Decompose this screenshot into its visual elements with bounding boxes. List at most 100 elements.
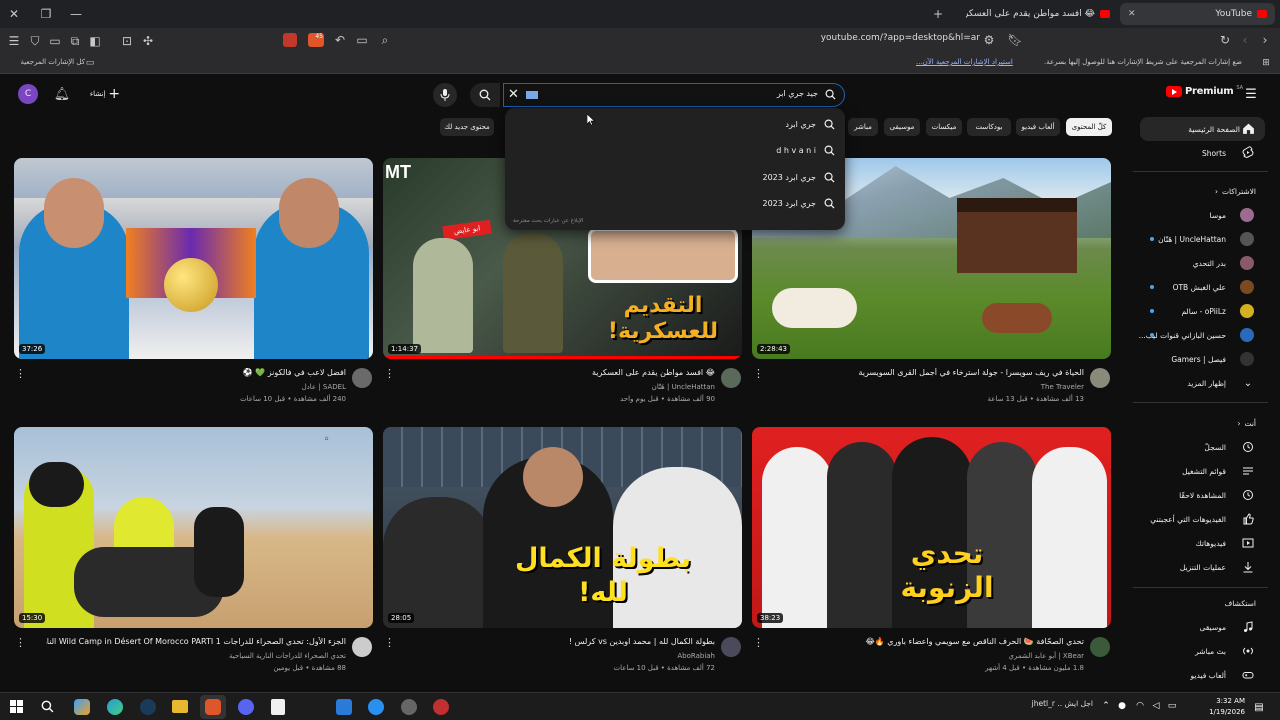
wallet-icon[interactable]: ▭: [47, 33, 63, 49]
back-icon[interactable]: ›: [1258, 33, 1272, 47]
apps-icon[interactable]: ⊞: [1260, 57, 1272, 69]
taskbar-notification[interactable]: اجل ايش .. jhetl_r: [978, 699, 1093, 715]
channel-avatar[interactable]: [1090, 368, 1110, 388]
menu-icon[interactable]: ☰: [6, 33, 22, 49]
wifi-icon[interactable]: ◠: [1134, 700, 1146, 712]
video-thumbnail[interactable]: ⌂ 15:30: [14, 427, 373, 628]
you-header[interactable]: أنت ‹: [1237, 413, 1256, 433]
search-suggestion[interactable]: جري ابرد 2023: [505, 166, 845, 188]
chip-podcasts[interactable]: بودكاست: [967, 118, 1011, 136]
taskbar-search-icon[interactable]: [41, 700, 54, 713]
subscriptions-header[interactable]: الاشتراكات ‹: [1215, 181, 1256, 201]
copilot-icon[interactable]: [74, 699, 90, 715]
app-icon[interactable]: [368, 699, 384, 715]
video-thumbnail[interactable]: 37:26: [14, 158, 373, 359]
more-options-icon[interactable]: ⋮: [384, 636, 395, 649]
channel-avatar[interactable]: [352, 637, 372, 657]
tabs-icon[interactable]: ⧉: [67, 33, 83, 49]
edge-icon[interactable]: [107, 699, 123, 715]
tab-youtube[interactable]: YouTube ✕: [1120, 3, 1275, 25]
extensions-icon[interactable]: ✣: [140, 33, 156, 49]
new-tab-icon[interactable]: +: [930, 6, 946, 22]
forward-icon[interactable]: ‹: [1238, 33, 1252, 47]
cast-icon[interactable]: ▭: [355, 33, 369, 47]
sidebar-item[interactable]: ألعاب فيديو: [1191, 665, 1226, 685]
video-channel[interactable]: The Traveler: [1041, 383, 1084, 391]
speaker-icon[interactable]: ◁: [1150, 700, 1162, 712]
sidebar-item[interactable]: بث مباشر: [1195, 641, 1226, 661]
more-options-icon[interactable]: ⋮: [753, 367, 764, 380]
microphone-tray-icon[interactable]: ●: [1116, 700, 1128, 712]
channel-avatar[interactable]: [721, 368, 741, 388]
sidebar-item[interactable]: السجلّ: [1204, 437, 1226, 457]
video-channel[interactable]: XBear | أبو عابد الشمري: [1009, 652, 1085, 660]
store-icon[interactable]: [271, 699, 285, 715]
sidebar-subscription-item[interactable]: فيصل | Gamers: [1171, 349, 1226, 369]
import-bookmarks-link[interactable]: استيراد الإشارات المرجعية الآن...: [916, 58, 1013, 66]
channel-avatar[interactable]: [352, 368, 372, 388]
clear-search-icon[interactable]: ✕: [508, 87, 519, 102]
minimize-window-icon[interactable]: —: [68, 6, 84, 22]
steam-icon[interactable]: [140, 699, 156, 715]
discord-icon[interactable]: [238, 699, 254, 715]
sidebar-subscription-item[interactable]: بدر التحدي: [1193, 253, 1226, 273]
voice-search-button[interactable]: [433, 83, 457, 107]
video-thumbnail[interactable]: تحدي الزنوبة 38:23: [752, 427, 1111, 628]
sidebar-icon[interactable]: ◧: [87, 33, 103, 49]
notifications-bell-icon[interactable]: 🔔︎: [54, 85, 71, 103]
search-suggestion[interactable]: جري ابرد 2023: [505, 193, 845, 215]
channel-avatar[interactable]: [1090, 637, 1110, 657]
tab-video[interactable]: 😂 افسد مواطن يقدم على العسكرية: [958, 3, 1118, 25]
more-options-icon[interactable]: ⋮: [15, 367, 26, 380]
sidebar-subscription-item[interactable]: oPiiLz - سالم: [1181, 301, 1226, 321]
chip-gaming[interactable]: ألعاب فيديو: [1016, 118, 1060, 136]
reload-icon[interactable]: ↻: [1218, 33, 1232, 47]
tray-chevron-icon[interactable]: ⌃: [1100, 700, 1112, 712]
sidebar-item[interactable]: المشاهدة لاحقًا: [1179, 485, 1226, 505]
sidebar-item[interactable]: قوائم التشغيل: [1182, 461, 1226, 481]
search-icon[interactable]: ⌕: [378, 33, 392, 47]
search-suggestion[interactable]: d h v a n i: [505, 140, 845, 162]
more-options-icon[interactable]: ⋮: [15, 636, 26, 649]
clock[interactable]: 3:32 AM 1/19/2026: [1200, 696, 1245, 718]
sidebar-subscription-item[interactable]: موسا: [1210, 205, 1226, 225]
sidebar-shorts-label[interactable]: Shorts: [1202, 143, 1226, 163]
file-explorer-icon[interactable]: [172, 700, 188, 713]
account-avatar[interactable]: C: [18, 84, 38, 104]
more-options-icon[interactable]: ⋮: [753, 636, 764, 649]
search-suggestion[interactable]: جري ابرد: [505, 113, 845, 135]
brave-shields-icon[interactable]: 45: [308, 33, 324, 47]
video-title[interactable]: بطولة الكمال لله | محمد اوبدين vs كرلس !: [415, 637, 715, 646]
obs-icon[interactable]: [401, 699, 417, 715]
close-tab-icon[interactable]: ✕: [1128, 9, 1136, 19]
guide-menu-icon[interactable]: ☰: [1242, 85, 1260, 103]
search-input[interactable]: ✕ ••• جيد جري ابر: [503, 83, 845, 107]
mail-icon[interactable]: [336, 699, 352, 715]
youtube-premium-logo[interactable]: Premium SA: [1166, 85, 1243, 97]
sidebar-item[interactable]: فيديوهاتك: [1196, 533, 1226, 553]
video-title[interactable]: افضل لاعب في فالكونز 💚 ⚽: [46, 368, 346, 377]
windows-start-icon[interactable]: [10, 700, 23, 713]
video-thumbnail[interactable]: بطولة الكمال لله! 28:05: [383, 427, 742, 628]
shield-icon[interactable]: ⛉: [27, 33, 43, 49]
sidebar-item[interactable]: موسيقى: [1200, 617, 1226, 637]
battery-icon[interactable]: ▭: [1166, 700, 1178, 712]
sidebar-item[interactable]: عمليات التنزيل: [1180, 557, 1226, 577]
chip-new-for-you[interactable]: محتوى جديد لك: [440, 118, 494, 136]
close-window-icon[interactable]: ✕: [6, 6, 22, 22]
chip-mixes[interactable]: ميكسات: [926, 118, 962, 136]
video-channel[interactable]: تحدي الصحراء للدراجات النارية السياحية: [229, 652, 346, 660]
back-history-icon[interactable]: ↶: [333, 33, 347, 47]
chip-live[interactable]: مباشر: [848, 118, 878, 136]
recorder-icon[interactable]: [433, 699, 449, 715]
screenshot-icon[interactable]: ⊡: [119, 33, 135, 49]
chip-all[interactable]: كلّ المحتوى: [1066, 118, 1112, 136]
create-button[interactable]: إنشاء +: [84, 84, 126, 104]
address-bar[interactable]: youtube.com/?app=desktop&hl=ar: [780, 33, 980, 49]
video-title[interactable]: تحدي الصحّافة 🍉 الحرف الناقص مع سويمي وا…: [754, 637, 1084, 646]
report-suggestions-link[interactable]: الإبلاغ عن عبارات بحث مقترحة: [513, 218, 583, 224]
sidebar-subscription-item[interactable]: علي الغبش OTB: [1173, 277, 1226, 297]
notification-center-icon[interactable]: ▤: [1252, 700, 1266, 714]
video-title[interactable]: 😂 افسد مواطن يقدم على العسكرية: [415, 368, 715, 377]
more-options-icon[interactable]: ⋮: [384, 367, 395, 380]
